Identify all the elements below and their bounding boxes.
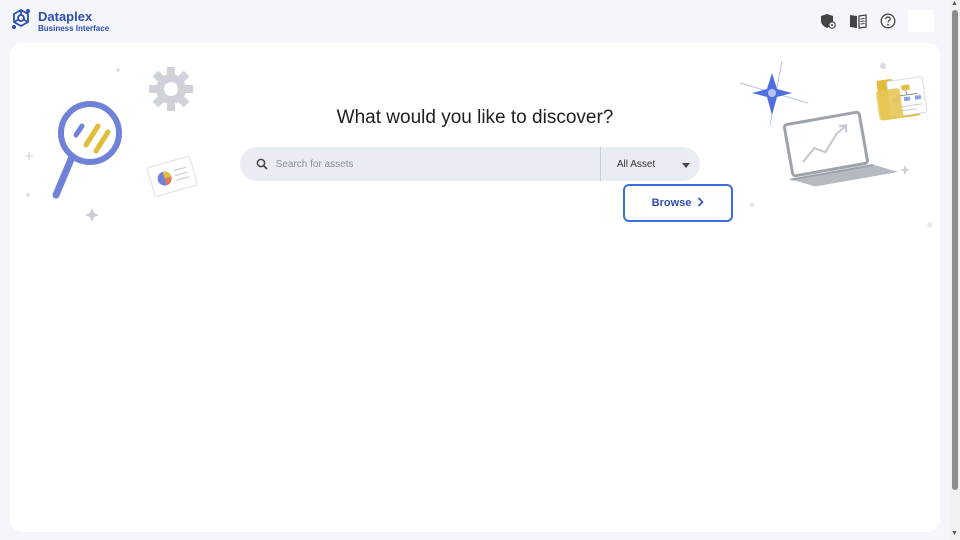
browse-button[interactable]: Browse xyxy=(623,184,733,222)
magnifier-illustration-icon: + xyxy=(24,67,198,222)
admin-shield-icon[interactable] xyxy=(818,11,838,31)
page-scrollbar[interactable]: ▲ ▼ xyxy=(950,0,960,540)
search-icon xyxy=(240,158,268,170)
svg-text:+: + xyxy=(24,149,34,163)
top-icons xyxy=(818,10,934,32)
brand-title: Dataplex xyxy=(38,8,93,24)
chevron-right-icon xyxy=(697,196,705,210)
laptop-illustration-icon xyxy=(739,60,933,228)
scroll-thumb[interactable] xyxy=(952,10,958,490)
brand-subtitle: Business Interface xyxy=(38,23,110,33)
caret-down-icon xyxy=(682,155,690,173)
scroll-down-icon[interactable]: ▼ xyxy=(951,530,958,537)
help-icon[interactable] xyxy=(878,11,898,31)
book-icon[interactable] xyxy=(848,11,868,31)
brand[interactable]: Dataplex Business Interface xyxy=(10,8,109,35)
asset-type-dropdown[interactable]: All Asset xyxy=(601,147,700,181)
avatar[interactable] xyxy=(908,10,934,32)
browse-label: Browse xyxy=(651,197,692,209)
search-input[interactable] xyxy=(275,147,594,181)
top-bar: Dataplex Business Interface xyxy=(0,0,950,42)
dataplex-logo-icon xyxy=(10,8,32,35)
asset-type-selected: All Asset xyxy=(616,158,656,170)
search-bar[interactable]: All Asset xyxy=(240,147,700,181)
scroll-up-icon[interactable]: ▲ xyxy=(951,0,958,7)
main-card: + What would you like to discover? Searc… xyxy=(10,43,940,532)
